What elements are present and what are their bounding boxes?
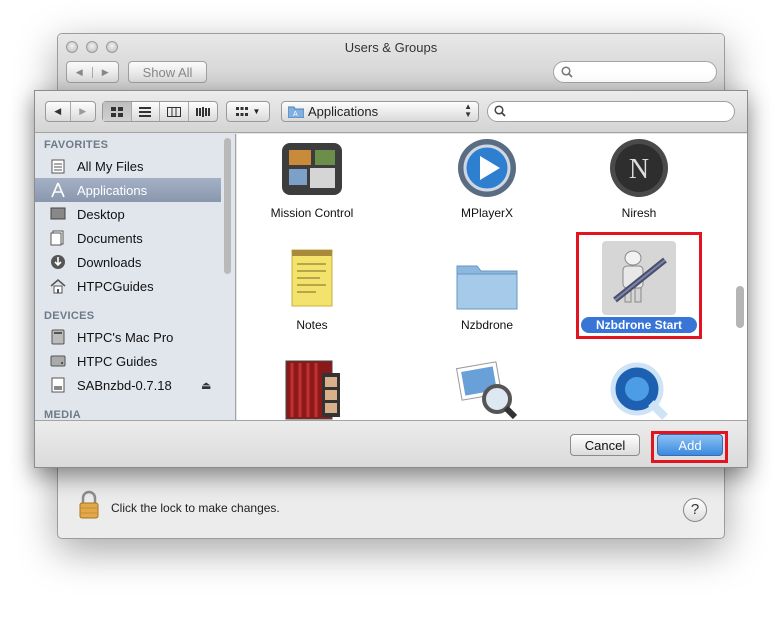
open-file-dialog: ◀ ▶ ▼ A Applications ▲ ▼ FAVORITES All M… bbox=[34, 90, 748, 468]
list-view-button[interactable] bbox=[132, 102, 160, 121]
sidebar: FAVORITES All My Files Applications Desk… bbox=[35, 134, 236, 420]
location-popup[interactable]: A Applications ▲ ▼ bbox=[281, 101, 479, 122]
svg-text:A: A bbox=[293, 111, 298, 118]
cover-flow-button[interactable] bbox=[189, 102, 217, 121]
mission-control-icon bbox=[282, 143, 342, 195]
file-name: Notes bbox=[296, 318, 328, 332]
sidebar-item-documents[interactable]: Documents bbox=[35, 226, 221, 250]
notes-icon bbox=[291, 249, 333, 307]
lock-icon[interactable] bbox=[78, 490, 100, 520]
home-icon bbox=[49, 278, 67, 294]
quicktime-icon bbox=[610, 362, 668, 420]
niresh-icon: N bbox=[610, 139, 668, 197]
documents-icon bbox=[49, 230, 67, 246]
dialog-search-field[interactable] bbox=[487, 101, 735, 122]
dialog-back-button[interactable]: ◀ bbox=[46, 102, 71, 121]
view-mode-control[interactable] bbox=[102, 101, 218, 122]
files-scrollbar[interactable] bbox=[736, 286, 744, 328]
desktop-icon bbox=[49, 206, 67, 222]
sidebar-item-applications[interactable]: Applications bbox=[35, 178, 221, 202]
downloads-icon bbox=[49, 254, 67, 270]
svg-text:N: N bbox=[629, 154, 649, 185]
file-name: Mission Control bbox=[270, 206, 354, 220]
sidebar-item-label: Documents bbox=[77, 230, 143, 246]
arrange-menu-button[interactable]: ▼ bbox=[226, 101, 270, 122]
sidebar-item-label: HTPC's Mac Pro bbox=[77, 329, 174, 345]
chevron-down-icon: ▼ bbox=[252, 107, 261, 116]
sidebar-item-desktop[interactable]: Desktop bbox=[35, 202, 221, 226]
lock-control[interactable]: Click the lock to make changes. bbox=[76, 490, 476, 522]
sidebar-item-label: Downloads bbox=[77, 254, 142, 270]
arrange-icon bbox=[235, 106, 248, 116]
dialog-toolbar: ◀ ▶ ▼ A Applications ▲ ▼ bbox=[35, 91, 747, 133]
list-view-icon bbox=[139, 106, 152, 117]
dialog-forward-button[interactable]: ▶ bbox=[71, 102, 95, 121]
media-header: MEDIA bbox=[44, 409, 81, 420]
highlight-box-nzbdrone-start bbox=[576, 232, 702, 339]
photo-booth-icon bbox=[285, 360, 340, 420]
sidebar-item-htpc-mac-pro[interactable]: HTPC's Mac Pro bbox=[35, 325, 221, 349]
file-name: Niresh bbox=[621, 206, 657, 220]
file-name: Nzbdrone bbox=[460, 318, 514, 332]
eject-icon[interactable]: ⏏ bbox=[201, 379, 211, 392]
forward-button[interactable]: ▶ bbox=[93, 67, 118, 78]
devices-header: DEVICES bbox=[44, 310, 95, 322]
search-icon bbox=[494, 105, 506, 117]
sidebar-item-label: SABnzbd-0.7.18 bbox=[77, 377, 172, 393]
cover-flow-icon bbox=[195, 106, 210, 117]
dialog-back-forward[interactable]: ◀ ▶ bbox=[45, 101, 96, 122]
search-icon bbox=[561, 66, 573, 78]
dialog-button-bar: Cancel Add bbox=[35, 420, 747, 467]
sidebar-item-all-my-files[interactable]: All My Files bbox=[35, 154, 221, 178]
sidebar-item-htpcguides[interactable]: HTPCGuides bbox=[35, 274, 221, 298]
window-title: Users & Groups bbox=[344, 40, 438, 55]
column-view-button[interactable] bbox=[160, 102, 189, 121]
sidebar-item-downloads[interactable]: Downloads bbox=[35, 250, 221, 274]
back-forward-control[interactable]: ◀ ▶ bbox=[66, 61, 119, 83]
all-files-icon bbox=[49, 158, 67, 174]
file-name: MPlayerX bbox=[460, 206, 513, 220]
favorites-header: FAVORITES bbox=[44, 139, 109, 151]
title-bar: Users & Groups ◀ ▶ Show All bbox=[58, 34, 724, 92]
highlight-box-add-button bbox=[651, 431, 728, 463]
lock-message: Click the lock to make changes. bbox=[111, 501, 280, 515]
show-all-button[interactable]: Show All bbox=[128, 61, 207, 83]
computer-icon bbox=[49, 329, 67, 345]
cancel-button[interactable]: Cancel bbox=[570, 434, 640, 456]
sidebar-item-htpc-guides[interactable]: HTPC Guides bbox=[35, 349, 221, 373]
preview-icon bbox=[455, 361, 518, 420]
sidebar-item-label: HTPCGuides bbox=[77, 278, 154, 294]
applications-icon bbox=[49, 182, 67, 198]
sidebar-item-label: All My Files bbox=[77, 158, 144, 174]
sidebar-item-label: Applications bbox=[77, 182, 148, 198]
icon-view-button[interactable] bbox=[103, 102, 132, 121]
sidebar-item-label: HTPC Guides bbox=[77, 353, 158, 369]
applications-folder-icon: A bbox=[288, 106, 304, 118]
folder-icon bbox=[456, 265, 518, 310]
sidebar-item-sabnzbd[interactable]: SABnzbd-0.7.18 ⏏ bbox=[35, 373, 221, 397]
icon-view-icon bbox=[110, 106, 123, 117]
disk-icon bbox=[49, 353, 67, 369]
sidebar-scrollbar[interactable] bbox=[224, 138, 231, 274]
column-view-icon bbox=[166, 106, 181, 117]
popup-arrows-icon: ▲ ▼ bbox=[464, 102, 472, 119]
back-button[interactable]: ◀ bbox=[67, 66, 93, 78]
mplayerx-icon bbox=[458, 139, 516, 197]
sidebar-item-label: Desktop bbox=[77, 206, 125, 222]
preferences-search-field[interactable] bbox=[553, 61, 717, 83]
location-label: Applications bbox=[308, 104, 379, 119]
disk-image-icon bbox=[49, 377, 67, 393]
help-button[interactable]: ? bbox=[683, 498, 707, 522]
